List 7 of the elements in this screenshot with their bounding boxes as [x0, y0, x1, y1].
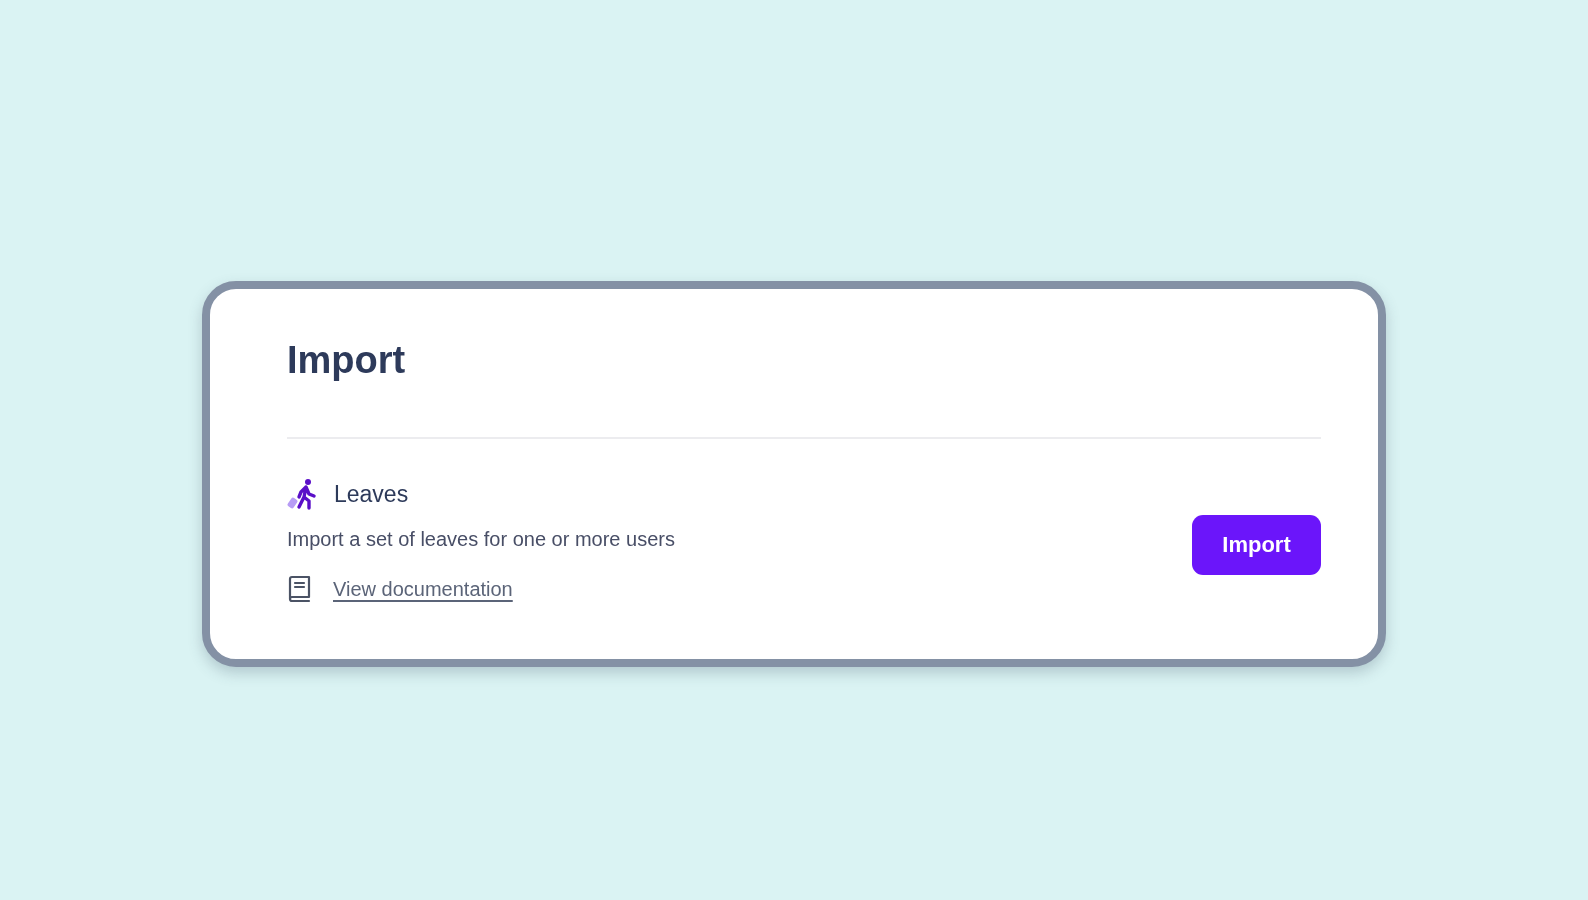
documentation-link[interactable]: View documentation	[333, 575, 513, 603]
page-title: Import	[287, 338, 406, 383]
import-description: Import a set of leaves for one or more users	[287, 527, 675, 552]
import-button[interactable]: Import	[1192, 514, 1321, 575]
book-icon	[287, 575, 312, 603]
import-type-label: Leaves	[334, 480, 409, 509]
walking-person-suitcase-icon	[287, 478, 319, 510]
